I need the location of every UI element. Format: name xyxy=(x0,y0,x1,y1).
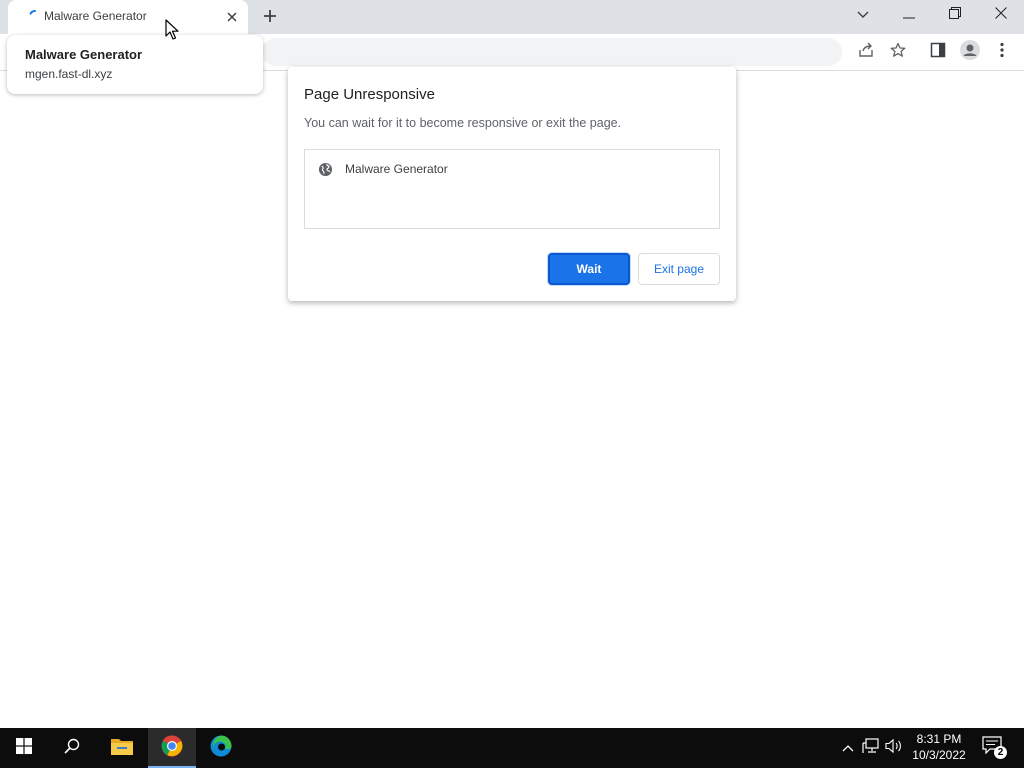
exit-page-button[interactable]: Exit page xyxy=(638,253,720,285)
bookmark-button[interactable] xyxy=(884,38,912,66)
file-explorer-button[interactable] xyxy=(98,728,146,768)
close-icon xyxy=(995,6,1007,24)
chevron-down-icon xyxy=(857,6,869,24)
windows-start-icon xyxy=(16,737,32,759)
page-unresponsive-dialog: Page Unresponsive You can wait for it to… xyxy=(288,67,736,301)
restore-icon xyxy=(949,6,961,24)
start-button[interactable] xyxy=(0,728,48,768)
profile-button[interactable] xyxy=(956,38,984,66)
more-vert-icon xyxy=(1000,42,1004,63)
minimize-icon xyxy=(903,6,915,24)
hover-card-url: mgen.fast-dl.xyz xyxy=(25,67,113,81)
tab-strip: Malware Generator xyxy=(0,0,1024,34)
clock-date: 10/3/2022 xyxy=(912,748,966,762)
hover-card-title: Malware Generator xyxy=(25,47,143,62)
taskbar: 8:31 PM 10/3/2022 2 xyxy=(0,728,1024,768)
restore-button[interactable] xyxy=(932,0,978,30)
taskbar-clock[interactable]: 8:31 PM 10/3/2022 xyxy=(900,731,978,765)
dialog-message: You can wait for it to become responsive… xyxy=(304,116,622,130)
tab-title: Malware Generator xyxy=(44,9,147,23)
wait-button[interactable]: Wait xyxy=(548,253,630,285)
tab-hover-card: Malware Generator mgen.fast-dl.xyz xyxy=(7,35,263,94)
clock-time: 8:31 PM xyxy=(916,732,962,746)
share-icon xyxy=(858,42,874,63)
show-hidden-icons-button[interactable] xyxy=(838,738,858,758)
dialog-title: Page Unresponsive xyxy=(304,86,435,103)
action-center-button[interactable]: 2 xyxy=(982,736,1008,760)
profile-icon xyxy=(960,39,980,65)
page-name: Malware Generator xyxy=(345,162,448,176)
search-button[interactable] xyxy=(48,728,96,768)
mouse-cursor-icon xyxy=(165,19,181,41)
notification-count-badge: 2 xyxy=(994,746,1007,759)
share-button[interactable] xyxy=(852,38,880,66)
tab-search-button[interactable] xyxy=(840,0,886,30)
side-panel-icon xyxy=(930,42,946,63)
menu-button[interactable] xyxy=(988,38,1016,66)
side-panel-button[interactable] xyxy=(924,38,952,66)
chrome-taskbar-button[interactable] xyxy=(148,728,196,768)
star-icon xyxy=(890,42,906,63)
close-icon[interactable] xyxy=(224,9,240,25)
window-close-button[interactable] xyxy=(978,0,1024,30)
tab-malware-generator[interactable]: Malware Generator xyxy=(8,0,248,34)
network-icon xyxy=(862,737,880,759)
list-item: Malware Generator xyxy=(317,160,448,178)
globe-icon xyxy=(317,161,333,177)
edge-taskbar-button[interactable] xyxy=(197,728,245,768)
new-tab-button[interactable] xyxy=(258,6,282,30)
loading-spinner-icon xyxy=(28,9,42,23)
chevron-up-icon xyxy=(842,739,854,757)
search-icon xyxy=(64,738,80,759)
edge-icon xyxy=(210,735,232,762)
plus-icon xyxy=(263,9,277,28)
file-explorer-icon xyxy=(111,737,133,760)
address-bar[interactable] xyxy=(262,38,842,66)
minimize-button[interactable] xyxy=(886,0,932,30)
network-button[interactable] xyxy=(861,737,881,759)
chrome-icon xyxy=(161,734,183,762)
unresponsive-page-list: Malware Generator xyxy=(304,149,720,229)
